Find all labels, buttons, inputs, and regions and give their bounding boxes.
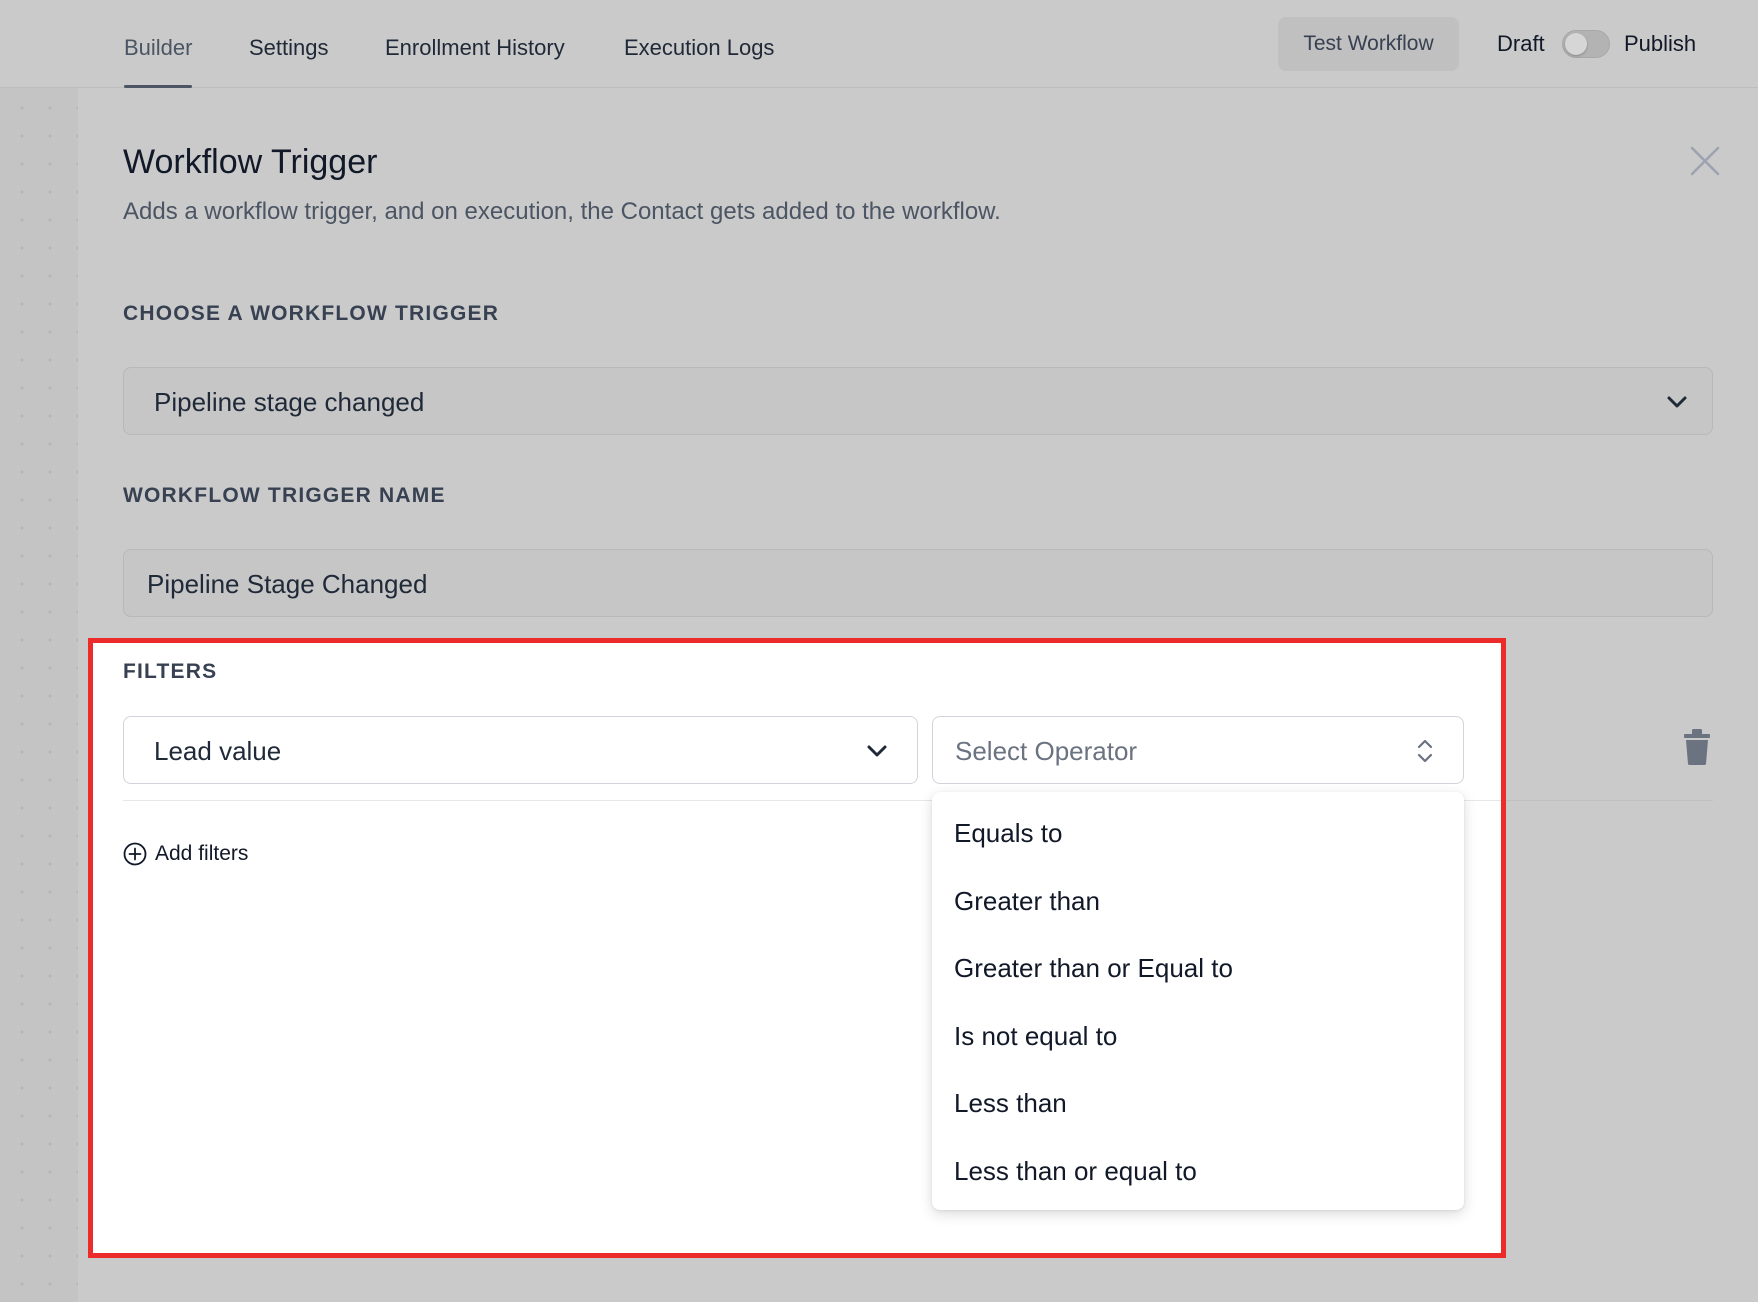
trash-icon[interactable] bbox=[1681, 728, 1713, 766]
trigger-type-select[interactable]: Pipeline stage changed bbox=[123, 367, 1713, 435]
tab-execution-logs[interactable]: Execution Logs bbox=[624, 34, 774, 88]
filter-row-divider-outside bbox=[1506, 800, 1713, 801]
tab-enrollment-history[interactable]: Enrollment History bbox=[385, 34, 565, 88]
test-workflow-button[interactable]: Test Workflow bbox=[1278, 17, 1459, 71]
publish-label: Publish bbox=[1624, 31, 1697, 56]
tab-builder[interactable]: Builder bbox=[124, 34, 193, 88]
trigger-name-input[interactable]: Pipeline Stage Changed bbox=[123, 549, 1713, 617]
trigger-section-label: CHOOSE A WORKFLOW TRIGGER bbox=[123, 302, 500, 325]
trigger-name-section-label: WORKFLOW TRIGGER NAME bbox=[123, 484, 446, 507]
close-icon[interactable] bbox=[1688, 144, 1722, 178]
top-navigation-bar: Builder Settings Enrollment History Exec… bbox=[0, 0, 1758, 88]
panel-title: Workflow Trigger bbox=[123, 143, 378, 181]
tab-settings[interactable]: Settings bbox=[249, 34, 329, 88]
trigger-type-value: Pipeline stage changed bbox=[154, 387, 425, 417]
draft-label: Draft bbox=[1497, 31, 1545, 56]
trigger-name-value: Pipeline Stage Changed bbox=[147, 569, 428, 599]
publish-toggle[interactable] bbox=[1562, 30, 1610, 58]
workflow-canvas-background bbox=[0, 88, 78, 1302]
panel-subtitle: Adds a workflow trigger, and on executio… bbox=[123, 198, 1001, 225]
toggle-knob bbox=[1565, 33, 1587, 55]
chevron-down-icon bbox=[1667, 396, 1687, 408]
workflow-builder-app: Builder Settings Enrollment History Exec… bbox=[0, 0, 1758, 1302]
highlight-outline bbox=[88, 638, 1506, 1258]
